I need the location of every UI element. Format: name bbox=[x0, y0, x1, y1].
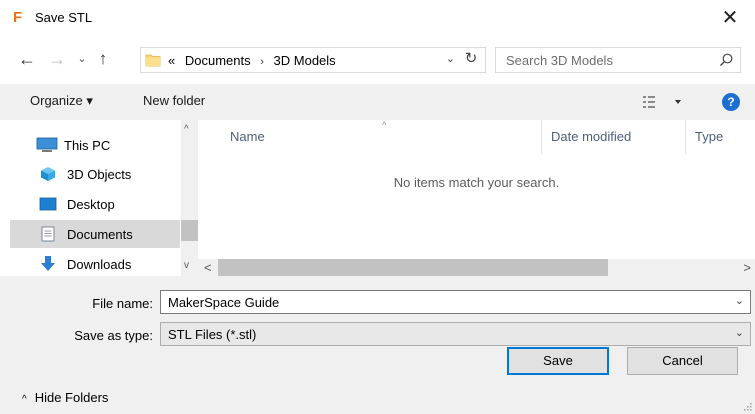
column-header-type[interactable]: Type bbox=[695, 129, 723, 144]
address-bar[interactable]: « Documents › 3D Models ⌄ ↻ bbox=[140, 47, 486, 73]
breadcrumb-separator[interactable]: › bbox=[260, 56, 264, 68]
cube-icon bbox=[41, 167, 55, 181]
cancel-button[interactable]: Cancel bbox=[627, 347, 738, 375]
scroll-left-icon[interactable]: < bbox=[204, 260, 212, 275]
window-title: Save STL bbox=[35, 10, 93, 25]
save-button[interactable]: Save bbox=[507, 347, 609, 375]
forward-button[interactable]: → bbox=[46, 47, 68, 71]
scroll-down-icon[interactable]: v bbox=[184, 260, 189, 271]
sidebar-item-documents[interactable]: Documents bbox=[10, 220, 180, 248]
chevron-down-icon[interactable]: ⌄ bbox=[735, 294, 744, 307]
new-folder-button[interactable]: New folder bbox=[143, 93, 205, 108]
sidebar-item-this-pc[interactable]: This PC bbox=[10, 130, 180, 158]
folder-icon bbox=[145, 54, 161, 67]
save-form: File name: MakerSpace Guide ⌄ Save as ty… bbox=[0, 276, 755, 414]
file-name-field[interactable]: MakerSpace Guide ⌄ bbox=[160, 290, 751, 314]
empty-message: No items match your search. bbox=[393, 175, 560, 190]
sidebar-item-label: 3D Objects bbox=[67, 167, 132, 182]
scroll-right-icon[interactable]: > bbox=[743, 260, 751, 275]
scroll-up-icon[interactable]: ^ bbox=[184, 124, 189, 135]
chevron-down-icon[interactable]: ⌄ bbox=[446, 52, 455, 65]
sidebar-item-downloads[interactable]: Downloads bbox=[10, 250, 180, 278]
breadcrumb: « Documents › 3D Models bbox=[168, 53, 336, 68]
sidebar-item-desktop[interactable]: Desktop bbox=[10, 190, 180, 218]
column-header-date-modified[interactable]: Date modified bbox=[551, 129, 631, 144]
sidebar-item-label: Downloads bbox=[67, 257, 132, 272]
scrollbar-thumb[interactable] bbox=[218, 259, 608, 276]
navigation-row: ← → ⌄ ↑ « Documents › 3D Models ⌄ ↻ bbox=[0, 44, 755, 74]
save-as-type-label: Save as type: bbox=[74, 328, 153, 343]
sidebar-item-label: Desktop bbox=[67, 197, 115, 212]
up-button[interactable]: ↑ bbox=[93, 47, 113, 71]
document-icon bbox=[41, 226, 55, 242]
sort-arrow-icon: ^ bbox=[382, 120, 387, 130]
search-box[interactable] bbox=[495, 47, 741, 73]
sidebar-item-label: Documents bbox=[67, 227, 133, 242]
hide-folders-button[interactable]: ^ Hide Folders bbox=[22, 390, 108, 405]
scrollbar-thumb[interactable] bbox=[181, 220, 198, 241]
resize-grip-icon[interactable] bbox=[742, 401, 752, 411]
breadcrumb-item-3d-models[interactable]: 3D Models bbox=[274, 53, 336, 68]
recent-locations-button[interactable]: ⌄ bbox=[74, 47, 90, 71]
chevron-down-icon[interactable]: ⌄ bbox=[735, 326, 744, 339]
command-toolbar: Organize ▾ New folder ? bbox=[0, 84, 755, 120]
back-button[interactable]: ← bbox=[16, 47, 38, 71]
computer-icon bbox=[36, 137, 58, 152]
save-as-type-value[interactable]: STL Files (*.stl) bbox=[168, 327, 256, 342]
column-divider[interactable] bbox=[541, 120, 542, 154]
view-options-icon[interactable] bbox=[641, 93, 685, 111]
organize-menu[interactable]: Organize ▾ bbox=[30, 93, 93, 109]
column-divider[interactable] bbox=[685, 120, 686, 154]
column-header-name[interactable]: Name bbox=[230, 129, 265, 144]
app-icon: F bbox=[13, 9, 23, 26]
sidebar-item-3d-objects[interactable]: 3D Objects bbox=[10, 160, 180, 188]
sidebar-item-label: This PC bbox=[64, 138, 111, 153]
breadcrumb-item-documents[interactable]: Documents bbox=[185, 53, 251, 68]
file-list: ^ Name Date modified Type No items match… bbox=[198, 120, 755, 276]
hide-folders-label: Hide Folders bbox=[34, 390, 109, 405]
help-icon[interactable]: ? bbox=[722, 93, 740, 111]
search-input[interactable] bbox=[496, 48, 706, 72]
close-button[interactable]: ✕ bbox=[715, 4, 745, 32]
title-bar: F Save STL ✕ bbox=[0, 0, 755, 36]
save-as-type-select[interactable]: STL Files (*.stl) ⌄ bbox=[160, 322, 751, 346]
chevron-up-icon: ^ bbox=[22, 394, 27, 405]
file-name-label: File name: bbox=[92, 296, 153, 311]
search-icon[interactable] bbox=[718, 52, 734, 68]
navigation-pane: This PC 3D Objects Desktop Documents Dow… bbox=[10, 120, 198, 276]
sidebar-scrollbar[interactable]: ^ v bbox=[181, 120, 198, 276]
breadcrumb-overflow[interactable]: « bbox=[168, 53, 175, 68]
horizontal-scrollbar[interactable]: < > bbox=[198, 259, 755, 276]
desktop-icon bbox=[39, 197, 57, 211]
file-name-value[interactable]: MakerSpace Guide bbox=[168, 295, 279, 310]
refresh-button[interactable]: ↻ bbox=[461, 49, 481, 67]
download-icon bbox=[41, 256, 55, 271]
